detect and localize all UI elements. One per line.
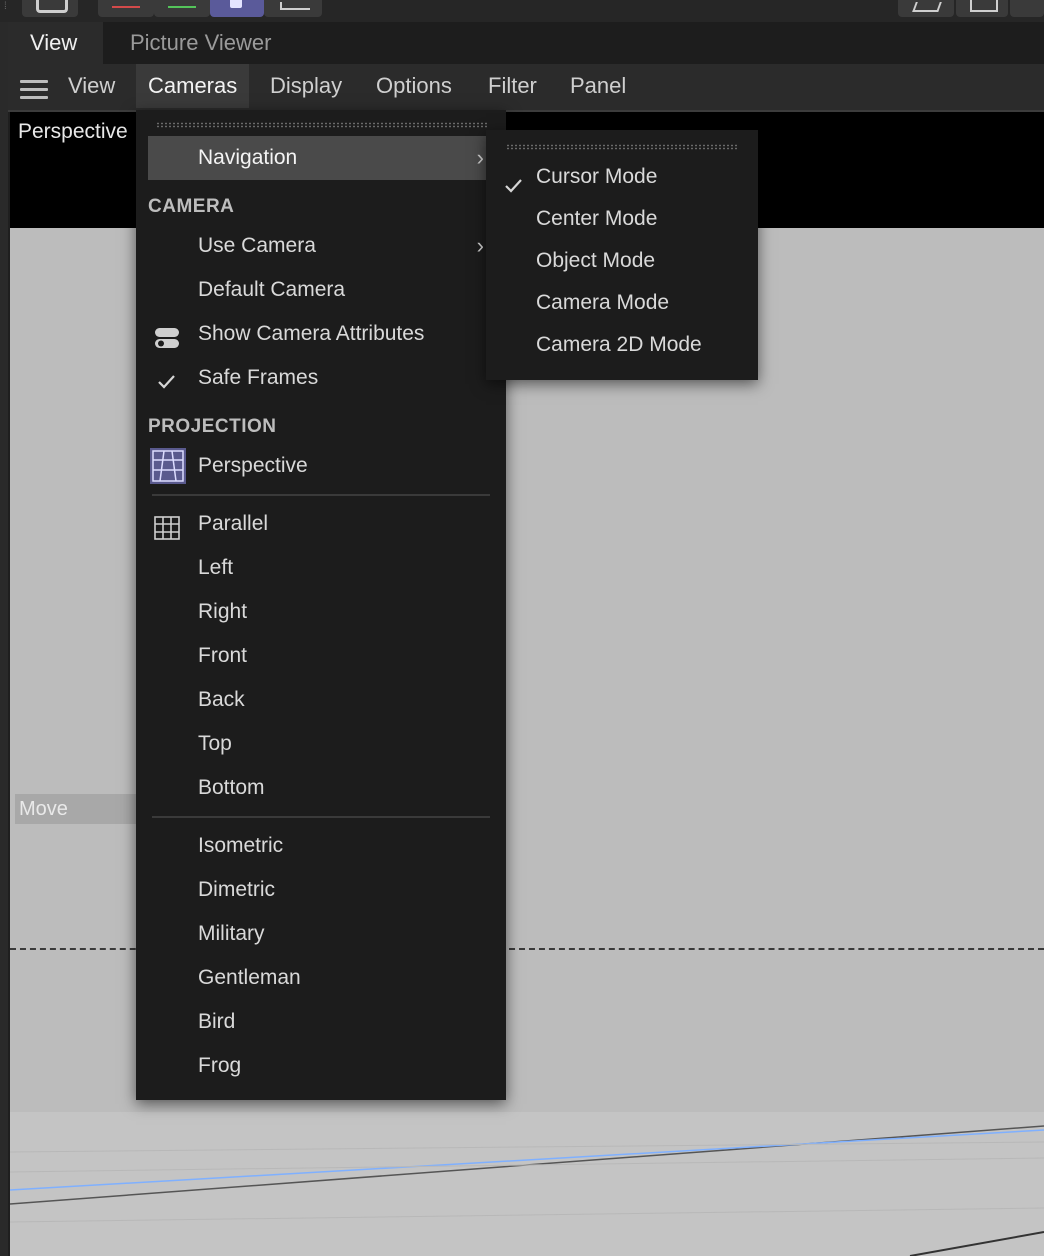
cursor-mode-label: Cursor Mode [536,165,658,188]
menu-item-show-camera-attributes[interactable]: Show Camera Attributes [148,312,486,356]
menu-item-parallel[interactable]: Parallel [148,502,486,546]
menu-item-right[interactable]: Right [148,590,486,634]
top-label: Top [198,732,232,755]
toggle-icon [154,322,180,348]
section-camera: CAMERA [148,196,235,217]
cube-icon [912,2,942,12]
bottom-label: Bottom [198,776,265,799]
menu-item-dimetric[interactable]: Dimetric [148,868,486,912]
submenu-item-cursor-mode[interactable]: Cursor Mode [486,156,758,198]
menu-item-gentleman[interactable]: Gentleman [148,956,486,1000]
split-view-icon [970,0,998,12]
menu-item-left[interactable]: Left [148,546,486,590]
menu-item-military[interactable]: Military [148,912,486,956]
tear-off-handle[interactable] [156,122,488,128]
back-label: Back [198,688,245,711]
object-mode-label: Object Mode [536,249,656,272]
cameras-dropdown: Navigation › CAMERA Use Camera › Default… [136,110,506,1100]
move-label: Move [15,794,139,824]
toolbar-button[interactable] [154,0,210,17]
green-line-icon [168,6,196,8]
lock-icon [230,0,242,8]
frog-label: Frog [198,1054,242,1077]
parallel-label: Parallel [198,512,269,535]
menu-filter[interactable]: Filter [488,64,537,108]
checkmark-icon [504,168,524,193]
isometric-label: Isometric [198,834,284,857]
center-mode-label: Center Mode [536,207,658,230]
menu-item-bird[interactable]: Bird [148,1000,486,1044]
checkmark-icon [154,366,180,390]
left-rail [0,22,8,1256]
drag-handle-icon[interactable]: ⁞ [4,2,10,16]
tab-bar: View Picture Viewer [8,22,1044,64]
square-icon [36,0,68,13]
red-line-icon [112,6,140,8]
toolbar-button[interactable] [898,0,954,17]
submenu-item-center-mode[interactable]: Center Mode [486,198,758,240]
show-camera-attributes-label: Show Camera Attributes [198,322,425,345]
menu-item-frog[interactable]: Frog [148,1044,486,1088]
grid-icon [154,512,180,540]
hamburger-menu-icon[interactable] [20,80,48,99]
chevron-right-icon: › [476,233,484,258]
menubar: View Cameras Display Options Filter Pane… [8,64,1044,112]
default-camera-label: Default Camera [198,278,346,301]
menu-item-perspective[interactable]: Perspective [148,444,486,488]
perspective-icon [150,448,186,484]
menu-item-navigation[interactable]: Navigation › [148,136,486,180]
toolbar-button-active[interactable] [210,0,264,17]
grid-lines [10,1125,1044,1256]
toolbar-button[interactable] [264,0,322,17]
toolbar-button[interactable] [956,0,1008,17]
toolbar-button[interactable] [1010,0,1044,17]
menu-panel[interactable]: Panel [570,64,626,108]
camera-label: Perspective [18,120,128,143]
arrow-right-icon [280,2,310,10]
toolbar-button[interactable] [98,0,154,17]
menu-item-default-camera[interactable]: Default Camera [148,268,486,312]
camera-2d-mode-label: Camera 2D Mode [536,333,702,356]
camera-mode-label: Camera Mode [536,291,670,314]
left-label: Left [198,556,234,579]
submenu-item-camera-mode[interactable]: Camera Mode [486,282,758,324]
menu-item-safe-frames[interactable]: Safe Frames [148,356,486,400]
tab-picture-viewer[interactable]: Picture Viewer [108,22,293,64]
submenu-item-camera-2d-mode[interactable]: Camera 2D Mode [486,324,758,366]
menu-item-top[interactable]: Top [148,722,486,766]
menu-item-use-camera[interactable]: Use Camera › [148,224,486,268]
menu-item-back[interactable]: Back [148,678,486,722]
submenu-item-object-mode[interactable]: Object Mode [486,240,758,282]
right-label: Right [198,600,248,623]
tab-view[interactable]: View [8,22,103,64]
separator [152,816,490,818]
menu-view[interactable]: View [68,64,115,108]
navigation-submenu: Cursor Mode Center Mode Object Mode Came… [486,130,758,380]
gentleman-label: Gentleman [198,966,301,989]
use-camera-label: Use Camera [198,234,316,257]
grid-floor [10,1112,1044,1256]
menu-cameras[interactable]: Cameras [136,64,250,108]
tear-off-handle[interactable] [506,144,738,150]
menu-item-isometric[interactable]: Isometric [148,824,486,868]
menu-item-bottom[interactable]: Bottom [148,766,486,810]
dimetric-label: Dimetric [198,878,275,901]
military-label: Military [198,922,265,945]
safe-frames-label: Safe Frames [198,366,319,389]
toolbar-button[interactable] [22,0,78,17]
front-label: Front [198,644,248,667]
chevron-right-icon: › [476,145,484,170]
menu-options[interactable]: Options [376,64,452,108]
section-projection: PROJECTION [148,416,277,437]
menu-item-front[interactable]: Front [148,634,486,678]
perspective-label: Perspective [198,454,308,477]
separator [152,494,490,496]
navigation-label: Navigation [198,146,298,169]
bird-label: Bird [198,1010,236,1033]
top-toolbar: ⁞ [0,0,1044,23]
menu-display[interactable]: Display [270,64,342,108]
